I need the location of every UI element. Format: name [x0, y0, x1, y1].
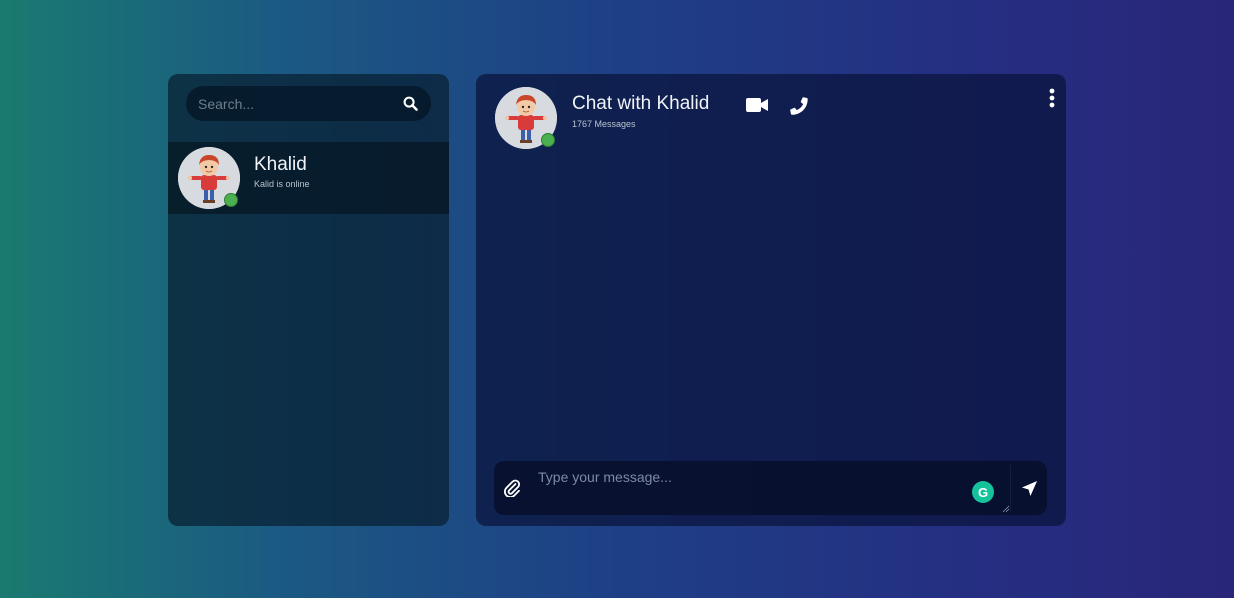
more-vertical-icon[interactable]	[1042, 87, 1062, 109]
video-camera-icon[interactable]	[745, 94, 769, 116]
chat-panel: Chat with Khalid 1767 Messages G	[476, 74, 1066, 526]
paperclip-icon[interactable]	[502, 477, 522, 499]
chat-avatar	[495, 87, 557, 149]
send-button[interactable]	[1018, 477, 1040, 499]
send-arrow-icon	[1021, 480, 1037, 496]
resize-grip-icon[interactable]	[1002, 505, 1010, 513]
avatar	[178, 147, 240, 209]
contact-status: Kalid is online	[254, 179, 310, 189]
message-input[interactable]	[538, 469, 1010, 511]
search-bar	[186, 86, 431, 121]
online-status-dot	[541, 133, 555, 147]
message-composer: G	[494, 461, 1047, 515]
composer-divider	[1010, 465, 1011, 511]
contact-list-item[interactable]: Khalid Kalid is online	[168, 142, 449, 214]
message-count: 1767 Messages	[572, 119, 636, 129]
contact-name: Khalid	[254, 154, 307, 175]
contacts-panel: Khalid Kalid is online	[168, 74, 449, 526]
chat-title: Chat with Khalid	[572, 93, 710, 114]
online-status-dot	[224, 193, 238, 207]
search-input[interactable]	[198, 95, 401, 112]
grammarly-icon[interactable]: G	[972, 481, 994, 503]
phone-icon[interactable]	[786, 94, 810, 116]
search-icon[interactable]	[401, 95, 419, 113]
